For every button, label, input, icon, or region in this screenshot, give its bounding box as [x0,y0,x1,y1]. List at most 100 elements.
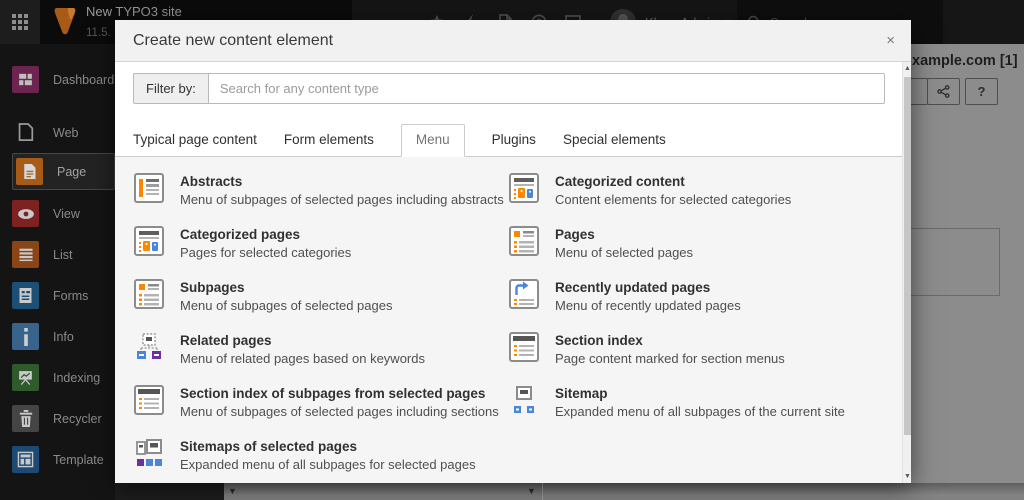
sidebar-item-label: Recycler [53,412,102,426]
option-categorized-pages[interactable]: Categorized pagesPages for selected cate… [133,225,508,278]
option-title: Sitemaps of selected pages [180,438,476,456]
option-recently-updated-pages[interactable]: Recently updated pagesMenu of recently u… [508,278,911,331]
menu-sitemap-icon [508,384,540,416]
filter-group: Filter by: [133,73,885,104]
sidebar-item-page[interactable]: Page [12,153,115,190]
option-title: Sitemap [555,385,845,403]
option-related-pages[interactable]: Related pagesMenu of related pages based… [133,331,508,384]
option-description: Menu of subpages of selected pages inclu… [180,403,499,420]
sidebar-item-label: View [53,207,80,221]
site-version: 11.5. [86,27,111,39]
tab-plugins[interactable]: Plugins [492,124,536,156]
option-description: Menu of selected pages [555,244,693,261]
content-element-list: AbstractsMenu of subpages of selected pa… [115,157,911,483]
sidebar-item-label: Indexing [53,371,100,385]
menu-categorized-pages-icon [133,225,165,257]
sidebar-item-dashboard[interactable]: Dashboard [12,61,115,98]
menu-section-index-icon [508,331,540,363]
web-icon [12,119,39,146]
option-sitemap[interactable]: SitemapExpanded menu of all subpages of … [508,384,911,437]
menu-sitemaps-of-pages-icon [133,437,165,469]
modal-tabs: Typical page content Form elements Menu … [115,124,911,157]
option-title: Categorized content [555,173,791,191]
option-title: Recently updated pages [555,279,741,297]
pagetree-bottom-strip [115,483,224,500]
sidebar-item-list[interactable]: List [12,236,115,273]
option-description: Content elements for selected categories [555,191,791,208]
option-title: Section index [555,332,785,350]
option-description: Page content marked for section menus [555,350,785,367]
sidebar-item-forms[interactable]: Forms [12,277,115,314]
option-description: Expanded menu of all subpages for select… [180,456,476,473]
content-type-search-input[interactable] [208,73,885,104]
filter-label: Filter by: [133,73,208,104]
option-section-index-subpages[interactable]: Section index of subpages from selected … [133,384,508,437]
typo3-backend: New TYPO3 site 11.5. ? Klaus Admin [0,0,1024,500]
sidebar-item-label: Dashboard [53,73,114,87]
sidebar-item-info[interactable]: Info [12,318,115,355]
info-icon [12,323,39,350]
indexing-chart-icon [12,364,39,391]
option-title: Related pages [180,332,425,350]
tab-typical-page-content[interactable]: Typical page content [133,124,257,156]
option-subpages[interactable]: SubpagesMenu of subpages of selected pag… [133,278,508,331]
option-sitemaps-of-selected-pages[interactable]: Sitemaps of selected pagesExpanded menu … [133,437,508,483]
recycler-trash-icon [12,405,39,432]
page-icon [16,158,43,185]
modules-toggle-button[interactable] [0,0,40,44]
modal-scrollbar[interactable]: ▲ ▼ [902,62,911,483]
option-title: Abstracts [180,173,504,191]
site-title: New TYPO3 site [86,4,182,19]
option-section-index[interactable]: Section indexPage content marked for sec… [508,331,911,384]
tab-menu[interactable]: Menu [401,124,465,157]
scroll-up-icon[interactable]: ▲ [903,65,912,72]
list-icon [12,241,39,268]
background-form-strip: ▼ ▼ [224,483,1024,500]
sidebar-item-view[interactable]: View [12,195,115,232]
sidebar-item-label: Web [53,126,78,140]
option-description: Pages for selected categories [180,244,351,261]
option-description: Menu of recently updated pages [555,297,741,314]
share-button[interactable] [927,78,960,105]
option-title: Section index of subpages from selected … [180,385,499,403]
share-icon [937,85,950,98]
sidebar-item-label: Forms [53,289,88,303]
divider [542,483,543,500]
scroll-down-icon[interactable]: ▼ [903,473,912,480]
grid-icon [12,14,28,30]
close-icon[interactable]: × [886,32,895,49]
tab-special-elements[interactable]: Special elements [563,124,666,156]
dimmed-background: xample.com [1] ? [911,44,1024,500]
menu-pages-icon [508,225,540,257]
new-content-element-modal: Create new content element × Filter by: … [115,20,911,483]
sidebar-item-recycler[interactable]: Recycler [12,400,115,437]
menu-subpages-icon [133,278,165,310]
modal-title: Create new content element [133,32,333,50]
modal-header: Create new content element × [115,20,911,62]
docheader-help-button[interactable]: ? [965,78,998,105]
forms-icon [12,282,39,309]
scrollbar-thumb[interactable] [904,77,911,435]
option-pages[interactable]: PagesMenu of selected pages [508,225,911,278]
background-select-caret: ▼ [527,486,536,496]
tab-form-elements[interactable]: Form elements [284,124,374,156]
menu-related-pages-icon [133,331,165,363]
sidebar-item-template[interactable]: Template [12,441,115,478]
sidebar-section-web[interactable]: Web [12,114,115,151]
option-title: Pages [555,226,693,244]
option-categorized-content[interactable]: Categorized contentContent elements for … [508,172,911,225]
sidebar-item-indexing[interactable]: Indexing [12,359,115,396]
menu-updated-pages-icon [508,278,540,310]
option-abstracts[interactable]: AbstractsMenu of subpages of selected pa… [133,172,508,225]
sidebar-item-label: List [53,248,72,262]
option-description: Menu of related pages based on keywords [180,350,425,367]
menu-categorized-content-icon [508,172,540,204]
background-select-caret: ▼ [228,486,237,496]
view-eye-icon [12,200,39,227]
module-sidebar: Dashboard Web Page View List [0,44,115,500]
option-description: Expanded menu of all subpages of the cur… [555,403,845,420]
option-description: Menu of subpages of selected pages inclu… [180,191,504,208]
dashboard-icon [12,66,39,93]
sidebar-item-label: Template [53,453,104,467]
option-title: Categorized pages [180,226,351,244]
